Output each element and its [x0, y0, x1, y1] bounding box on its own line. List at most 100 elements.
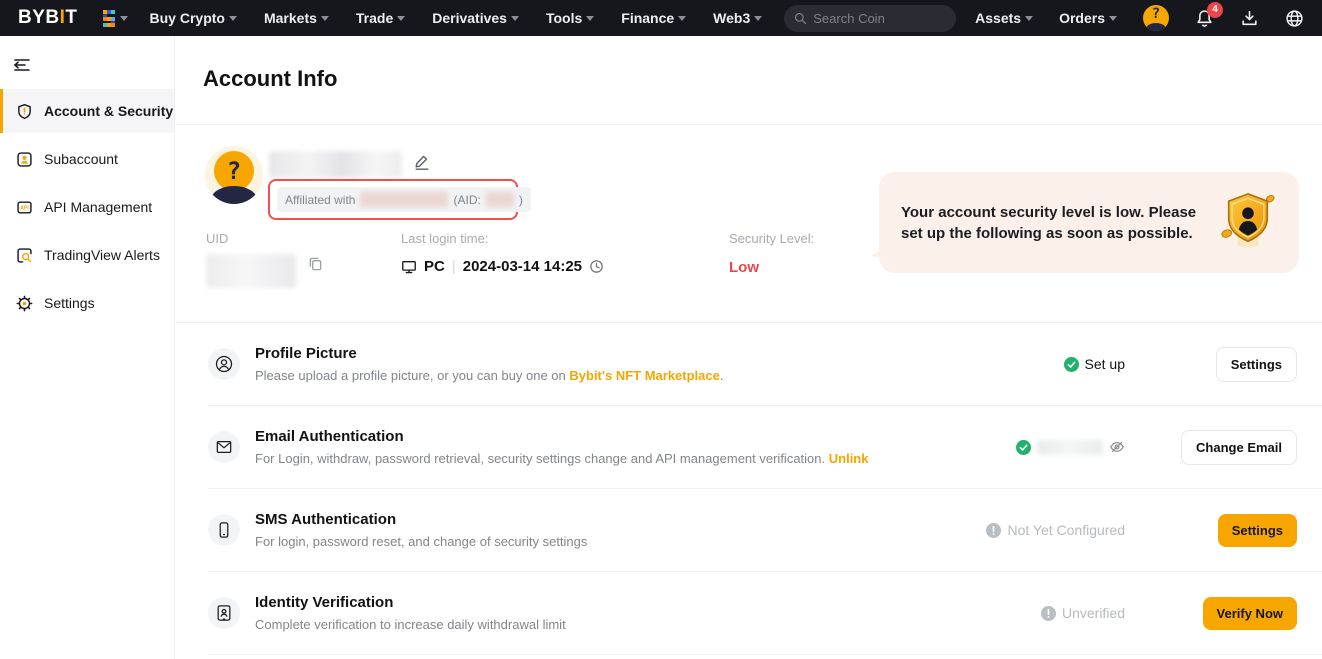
security-notice: Your account security level is low. Plea… [879, 172, 1299, 273]
security-level-label: Security Level: [729, 231, 814, 246]
chevron-down-icon [511, 16, 519, 21]
copy-icon [308, 256, 323, 271]
affiliate-name-masked [360, 192, 448, 207]
sidebar-item-api-management[interactable]: API API Management [0, 185, 174, 229]
anniversary-5-icon [102, 10, 117, 27]
notifications-button[interactable]: 4 [1195, 9, 1214, 28]
nav-assets[interactable]: Assets [975, 10, 1033, 26]
security-settings-list: Profile Picture Please upload a profile … [176, 322, 1322, 655]
row-identity-verification: Identity Verification Complete verificat… [176, 572, 1322, 654]
avatar-body-shape [211, 186, 257, 204]
affiliated-label: Affiliated with [285, 193, 355, 207]
chevron-down-icon [321, 16, 329, 21]
anniversary-menu[interactable] [102, 10, 128, 27]
nav-finance[interactable]: Finance [621, 10, 686, 26]
profile-avatar[interactable]: ? [205, 146, 263, 204]
verify-now-button[interactable]: Verify Now [1203, 597, 1297, 630]
top-navbar: BYBIT Buy Crypto Markets Trade Derivativ… [0, 0, 1322, 36]
svg-text:API: API [20, 205, 29, 211]
info-icon [986, 523, 1001, 538]
uid-masked [206, 254, 296, 288]
nft-marketplace-link[interactable]: Bybit's NFT Marketplace [569, 368, 719, 383]
shield-icon [16, 103, 33, 120]
collapse-sidebar-button[interactable] [14, 58, 30, 71]
security-level-block: Security Level: Low [729, 231, 814, 276]
search-input[interactable] [813, 11, 933, 26]
nav-web3[interactable]: Web3 [713, 10, 762, 26]
sidebar-item-subaccount[interactable]: Subaccount [0, 137, 174, 181]
row-title: Profile Picture [255, 345, 723, 362]
chevron-down-icon [678, 16, 686, 21]
nav-tools[interactable]: Tools [546, 10, 594, 26]
row-profile-picture: Profile Picture Please upload a profile … [176, 323, 1322, 405]
notification-badge: 4 [1207, 2, 1223, 18]
sms-settings-button[interactable]: Settings [1218, 514, 1297, 547]
profile-section: ? Affiliated with (AID: ) UID [176, 125, 1322, 322]
login-device: PC [424, 258, 445, 275]
change-email-button[interactable]: Change Email [1181, 430, 1297, 465]
chevron-down-icon [1109, 16, 1117, 21]
email-masked [1037, 440, 1103, 455]
status-email-verified [895, 439, 1125, 455]
separator: | [452, 258, 456, 275]
row-description: For Login, withdraw, password retrieval,… [255, 451, 868, 466]
sidebar-item-label: Settings [44, 295, 95, 311]
sidebar: Account & Security Subaccount API API Ma… [0, 36, 175, 659]
bybit-logo[interactable]: BYBIT [18, 7, 78, 29]
row-title: SMS Authentication [255, 511, 587, 528]
nav-buy-crypto[interactable]: Buy Crypto [150, 10, 237, 26]
monitor-icon [401, 259, 417, 275]
security-level-value: Low [729, 259, 814, 276]
download-app-button[interactable] [1240, 9, 1259, 28]
collapse-sidebar-icon [14, 58, 30, 71]
chevron-down-icon [754, 16, 762, 21]
sidebar-item-label: TradingView Alerts [44, 247, 160, 263]
smartphone-icon [208, 514, 240, 546]
main-navigation: Buy Crypto Markets Trade Derivatives Too… [150, 10, 763, 26]
nav-markets[interactable]: Markets [264, 10, 329, 26]
avatar-head: ? [214, 151, 254, 191]
edit-nickname-button[interactable] [413, 153, 431, 176]
sidebar-item-account-security[interactable]: Account & Security [0, 89, 174, 133]
uid-block: UID [206, 231, 323, 288]
status-set-up: Set up [895, 356, 1125, 372]
row-description: Complete verification to increase daily … [255, 617, 566, 632]
api-icon: API [16, 199, 33, 216]
divider [208, 654, 1322, 655]
sidebar-item-label: API Management [44, 199, 152, 215]
user-avatar[interactable]: ? [1143, 5, 1169, 31]
sidebar-item-tradingview-alerts[interactable]: TradingView Alerts [0, 233, 174, 277]
profile-picture-settings-button[interactable]: Settings [1216, 347, 1297, 382]
affiliation-tag: Affiliated with (AID: ) [277, 187, 531, 212]
main-content: Account Info ? Affiliated with (AID: ) [176, 36, 1322, 659]
last-login-block: Last login time: PC | 2024-03-14 14:25 [401, 231, 604, 275]
eye-off-icon [1109, 439, 1125, 455]
coin-search[interactable] [784, 5, 956, 32]
row-sms-authentication: SMS Authentication For login, password r… [176, 489, 1322, 571]
check-circle-icon [1016, 440, 1031, 455]
status-unverified: Unverified [895, 605, 1125, 621]
aid-label: (AID: [453, 193, 480, 207]
check-circle-icon [1064, 357, 1079, 372]
affiliation-highlight-box: Affiliated with (AID: ) [268, 179, 518, 220]
security-notice-text: Your account security level is low. Plea… [901, 202, 1201, 244]
chevron-down-icon [1025, 16, 1033, 21]
last-login-label: Last login time: [401, 231, 604, 246]
subaccount-icon [16, 151, 33, 168]
nav-trade[interactable]: Trade [356, 10, 405, 26]
aid-suffix: ) [519, 193, 523, 207]
copy-uid-button[interactable] [308, 256, 323, 271]
nav-derivatives[interactable]: Derivatives [432, 10, 519, 26]
row-description: For login, password reset, and change of… [255, 534, 587, 549]
nav-orders[interactable]: Orders [1059, 10, 1117, 26]
security-shield-illustration [1219, 189, 1277, 256]
language-button[interactable] [1285, 9, 1304, 28]
row-description: Please upload a profile picture, or you … [255, 368, 723, 383]
toggle-email-visibility-button[interactable] [1109, 439, 1125, 455]
row-title: Email Authentication [255, 428, 868, 445]
username-masked [269, 151, 402, 178]
clock-icon[interactable] [589, 259, 604, 274]
sidebar-item-settings[interactable]: Settings [0, 281, 174, 325]
tradingview-alerts-icon [16, 247, 33, 264]
unlink-email-link[interactable]: Unlink [829, 451, 869, 466]
